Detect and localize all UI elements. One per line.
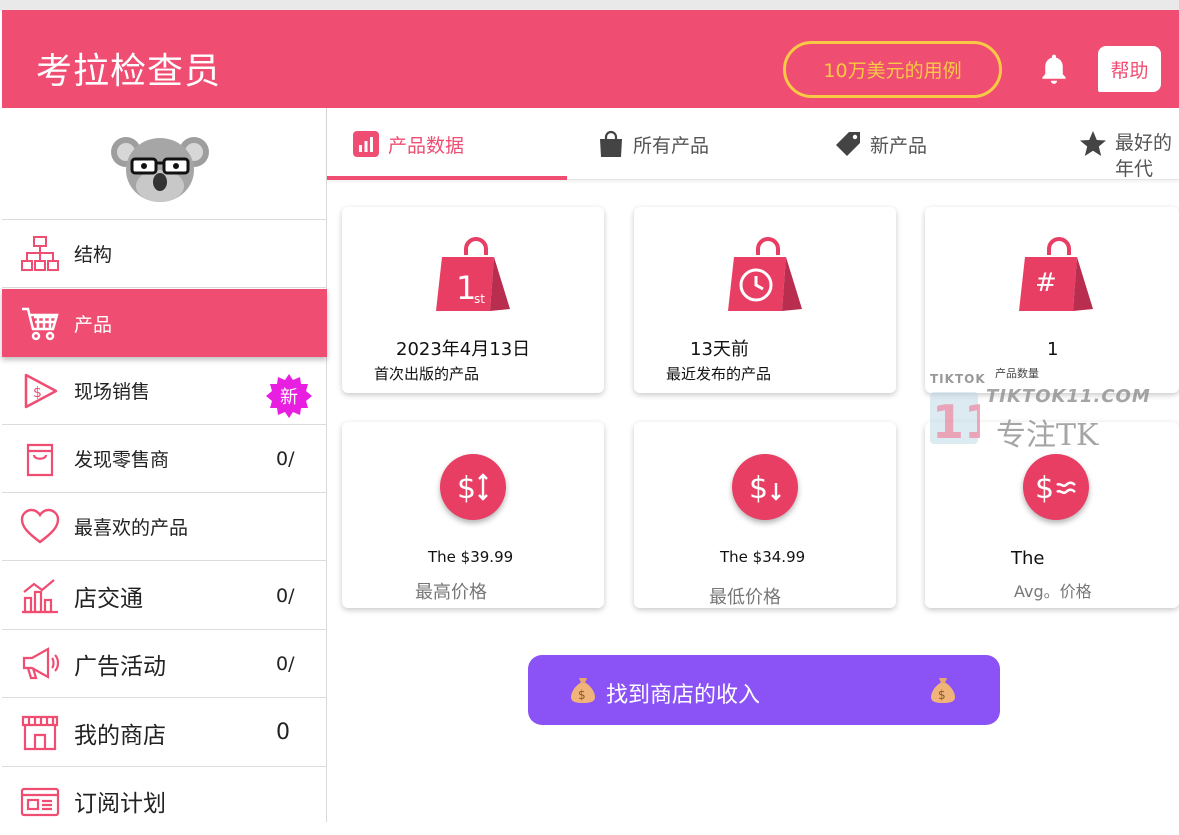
- star-icon: [1080, 131, 1106, 156]
- storefront-icon: [21, 715, 59, 751]
- case-study-button[interactable]: 10万美元的用例: [783, 41, 1002, 98]
- sidebar-item-structure[interactable]: 结构: [2, 220, 327, 288]
- card-min-price: $ The $34.99 最低价格: [634, 422, 896, 608]
- tab-label: 产品数据: [388, 134, 465, 157]
- min-price-label: 最低价格: [709, 587, 781, 608]
- find-store-revenue-button[interactable]: $ 找到商店的收入 $: [528, 655, 1000, 725]
- svg-text:$: $: [33, 385, 42, 401]
- tab-new-products[interactable]: 新产品: [834, 108, 927, 180]
- bell-icon[interactable]: [1038, 52, 1070, 88]
- max-price-label: 最高价格: [415, 582, 487, 603]
- tab-best-era[interactable]: 最好的 年代: [1079, 108, 1172, 180]
- sidebar-item-subscription[interactable]: 订阅计划: [2, 767, 327, 835]
- dollar-down-icon: $: [732, 454, 798, 520]
- traffic-chart-icon: [22, 579, 58, 614]
- money-bag-icon: $: [931, 678, 955, 703]
- play-dollar-icon: $: [24, 373, 58, 409]
- watermark-top-text: TIKTOK: [930, 372, 986, 386]
- avatar-area: [2, 108, 327, 220]
- heart-icon: [20, 508, 60, 544]
- sidebar-item-label: 订阅计划: [74, 791, 166, 817]
- recent-release-value: 13天前: [690, 339, 749, 360]
- sidebar-item-label: 现场销售: [74, 381, 151, 403]
- app-header: 考拉检查员 10万美元的用例 帮助: [2, 10, 1179, 108]
- active-tab-indicator: [327, 176, 567, 180]
- pink-bag-icon: 1 st: [436, 237, 510, 311]
- bag-icon: [600, 130, 622, 157]
- sidebar-item-ad-campaigns[interactable]: 广告活动 0/: [2, 630, 327, 698]
- sidebar-item-favorites[interactable]: 最喜欢的产品: [2, 493, 327, 561]
- cta-label: 找到商店的收入: [606, 683, 761, 708]
- tab-label: 新产品: [870, 134, 928, 157]
- svg-text:$: $: [749, 471, 768, 506]
- svg-text:#: #: [1035, 268, 1057, 298]
- avg-price-value: The: [1011, 548, 1045, 569]
- tab-label: 最好的 年代: [1115, 132, 1173, 180]
- card-first-release: 1 st 2023年4月13日 首次出版的产品: [342, 207, 604, 393]
- sitemap-icon: [21, 236, 59, 271]
- sidebar-item-my-store[interactable]: 我的商店 0: [2, 699, 327, 767]
- svg-text:$: $: [457, 471, 476, 506]
- sidebar-item-label: 广告活动: [74, 653, 166, 680]
- sidebar-item-label: 我的商店: [74, 722, 166, 749]
- megaphone-icon: [22, 647, 60, 680]
- tab-label: 所有产品: [633, 134, 710, 157]
- svg-text:$: $: [938, 688, 946, 702]
- brand-title[interactable]: 考拉检查员: [36, 42, 221, 94]
- new-badge: 新: [266, 374, 312, 418]
- tab-product-data[interactable]: 产品数据: [352, 108, 464, 180]
- svg-text:$: $: [578, 688, 586, 702]
- svg-text:st: st: [474, 292, 485, 306]
- first-release-label: 首次出版的产品: [374, 365, 480, 383]
- sidebar-item-products[interactable]: 产品: [2, 289, 327, 357]
- tab-all-products[interactable]: 所有产品: [597, 108, 709, 180]
- koala-avatar[interactable]: [110, 126, 210, 206]
- tab-bar: 产品数据 所有产品 新产品 最好的 年代: [327, 108, 1179, 180]
- first-release-date: 2023年4月13日: [396, 339, 531, 360]
- recent-release-label: 最近发布的产品: [666, 365, 772, 383]
- svg-text:11: 11: [932, 395, 980, 446]
- cart-icon: [22, 307, 59, 341]
- hash-bag-icon: #: [1019, 237, 1093, 311]
- card-recent-release: 13天前 最近发布的产品: [634, 207, 896, 393]
- clock-bag-icon: [728, 237, 802, 311]
- sidebar-item-count: 0/: [276, 447, 295, 470]
- avg-price-label: Avg。价格: [1014, 582, 1092, 601]
- subscription-icon: [20, 787, 60, 817]
- sidebar-item-label: 结构: [74, 244, 113, 266]
- watermark: TIKTOK 11 TIKTOK11.COM 专注TK: [926, 370, 1150, 453]
- sidebar-item-count: 0: [276, 720, 290, 745]
- shopping-bag-icon: [26, 443, 54, 477]
- sidebar-item-count: 0/: [276, 584, 295, 607]
- bar-chart-icon: [353, 131, 379, 157]
- min-price-value: The $34.99: [720, 548, 806, 566]
- card-product-count: # 1 产品数量: [925, 207, 1179, 393]
- dollar-approx-icon: $: [1023, 454, 1089, 520]
- sidebar-item-count: 0/: [276, 652, 295, 675]
- card-max-price: $ The $39.99 最高价格: [342, 422, 604, 608]
- max-price-value: The $39.99: [428, 548, 514, 566]
- help-button[interactable]: 帮助: [1098, 46, 1161, 92]
- sidebar-item-live-sales[interactable]: $ 现场销售 新: [2, 357, 327, 425]
- sidebar-item-label: 店交通: [74, 585, 143, 612]
- sidebar-item-label: 产品: [74, 313, 113, 336]
- watermark-logo-icon: 11: [930, 392, 980, 446]
- sidebar: 结构 产品 $ 现场销售 新 发现零售商 0/ 最喜欢的产品 店交通 0/ 广告…: [2, 108, 327, 822]
- money-bag-icon: $: [571, 678, 595, 703]
- tag-icon: [836, 132, 860, 156]
- sidebar-item-find-retailers[interactable]: 发现零售商 0/: [2, 425, 327, 493]
- watermark-site: TIKTOK11.COM: [986, 386, 1151, 407]
- sidebar-item-label: 最喜欢的产品: [74, 517, 189, 539]
- window-top-strip: [0, 0, 1179, 10]
- svg-text:$: $: [1035, 471, 1054, 506]
- new-badge-text: 新: [280, 387, 298, 408]
- dollar-up-down-icon: $: [440, 454, 506, 520]
- watermark-name: 专注TK: [996, 418, 1099, 453]
- sidebar-item-store-traffic[interactable]: 店交通 0/: [2, 562, 327, 630]
- product-count-value: 1: [1047, 339, 1059, 360]
- sidebar-item-label: 发现零售商: [74, 449, 170, 471]
